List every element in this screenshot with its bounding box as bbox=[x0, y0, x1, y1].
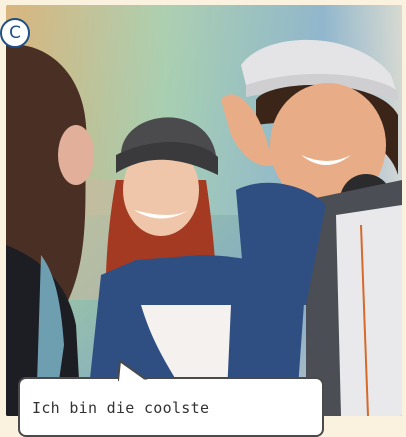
speech-bubble: Ich bin die coolste bbox=[18, 360, 324, 437]
photo-image bbox=[6, 5, 402, 416]
photo bbox=[6, 5, 402, 416]
label-c-badge: C bbox=[0, 18, 30, 48]
speech-bubble-text: Ich bin die coolste bbox=[32, 399, 210, 417]
badge-letter: C bbox=[9, 23, 21, 43]
